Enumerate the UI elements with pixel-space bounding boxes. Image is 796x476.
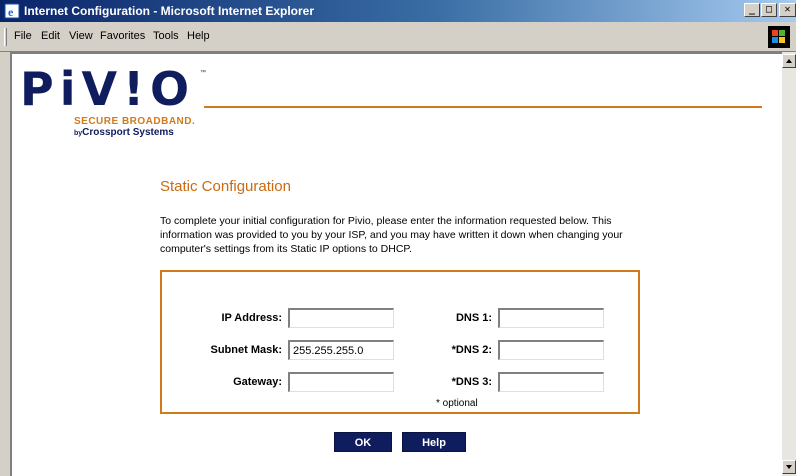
optional-note: * optional <box>436 398 478 409</box>
static-config-form: IP Address: Subnet Mask: Gateway: DNS 1:… <box>160 270 640 414</box>
arrow-up-icon <box>786 59 792 63</box>
gateway-label: Gateway: <box>233 376 282 388</box>
menu-help[interactable]: Help <box>187 30 210 42</box>
windows-throbber <box>768 26 790 48</box>
header-divider <box>204 106 762 108</box>
page-title: Static Configuration <box>160 178 291 195</box>
browser-window: e Internet Configuration - Microsoft Int… <box>0 0 796 476</box>
dns3-input[interactable] <box>498 372 604 392</box>
help-button[interactable]: Help <box>402 432 466 452</box>
internet-explorer-icon: e <box>4 3 20 19</box>
dns1-input[interactable] <box>498 308 604 328</box>
arrow-down-icon <box>786 465 792 469</box>
maximize-button[interactable]: □ <box>761 3 777 17</box>
menu-tools[interactable]: Tools <box>153 30 179 42</box>
vertical-scrollbar[interactable] <box>782 52 796 476</box>
gateway-input[interactable] <box>288 372 394 392</box>
dns3-label: *DNS 3: <box>451 376 492 388</box>
ip-address-input[interactable] <box>288 308 394 328</box>
menu-bar: File Edit View Favorites Tools Help <box>0 22 796 52</box>
minimize-button[interactable]: _ <box>744 3 760 17</box>
dns2-label: *DNS 2: <box>451 344 492 356</box>
window-title: Internet Configuration - Microsoft Inter… <box>24 4 315 18</box>
logo-wordmark: PiV!O <box>20 62 196 116</box>
logo-by: by <box>74 130 83 137</box>
svg-text:e: e <box>8 5 14 19</box>
close-button[interactable]: ✕ <box>779 3 796 17</box>
logo-tagline: SECURE BROADBAND. <box>74 116 196 127</box>
menu-favorites[interactable]: Favorites <box>100 30 145 42</box>
logo-company: byCrossport Systems <box>74 127 174 138</box>
intro-text: To complete your initial configuration f… <box>160 215 623 255</box>
ok-button[interactable]: OK <box>334 432 392 452</box>
ip-address-label: IP Address: <box>221 312 282 324</box>
page-content: PiV!O ™ SECURE BROADBAND. byCrossport Sy… <box>10 52 782 476</box>
scroll-up-button[interactable] <box>782 54 796 68</box>
toolbar-grip[interactable] <box>4 28 7 46</box>
dns2-input[interactable] <box>498 340 604 360</box>
windows-logo-icon <box>772 30 785 43</box>
menu-view[interactable]: View <box>69 30 93 42</box>
logo-trademark: ™ <box>200 70 206 76</box>
menu-file[interactable]: File <box>14 30 32 42</box>
pivio-logo: PiV!O ™ SECURE BROADBAND. byCrossport Sy… <box>20 64 220 146</box>
logo-company-name: Crossport Systems <box>82 127 174 138</box>
subnet-mask-label: Subnet Mask: <box>210 344 282 356</box>
subnet-mask-input[interactable] <box>288 340 394 360</box>
menu-edit[interactable]: Edit <box>41 30 60 42</box>
title-bar[interactable]: e Internet Configuration - Microsoft Int… <box>0 0 796 22</box>
dns1-label: DNS 1: <box>455 312 492 324</box>
scroll-down-button[interactable] <box>782 460 796 474</box>
